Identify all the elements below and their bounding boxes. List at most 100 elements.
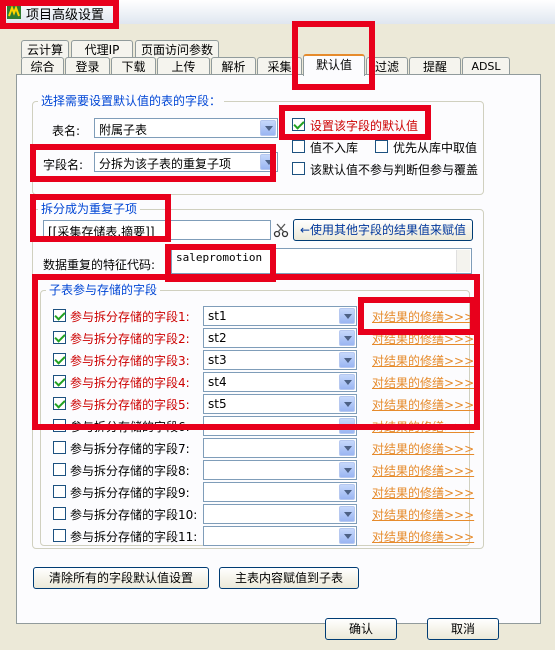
field-checkbox[interactable] (53, 309, 66, 322)
tab-download[interactable]: 下载 (111, 57, 156, 75)
field-select[interactable]: st4 (203, 372, 357, 392)
result-refine-link[interactable]: 对结果的修缮>>> (372, 462, 474, 479)
feature-code-input[interactable]: salepromotion (171, 248, 472, 274)
tab-proxy-ip[interactable]: 代理IP (71, 40, 133, 58)
tab-cloud[interactable]: 云计算 (21, 40, 69, 58)
not-in-db-checkbox[interactable] (292, 140, 305, 153)
field-label: 参与拆分存储的字段4: (70, 376, 190, 390)
no-judge-checkbox[interactable] (292, 162, 305, 175)
set-default-checkbox[interactable] (292, 118, 305, 131)
tab-parse[interactable]: 解析 (211, 57, 256, 75)
tab-adsl[interactable]: ADSL (462, 57, 510, 75)
assign-to-subtable-button[interactable]: 主表内容赋值到子表 (219, 567, 359, 589)
chevron-down-icon (260, 154, 276, 170)
clear-defaults-button[interactable]: 清除所有的字段默认值设置 (33, 567, 209, 589)
field-select[interactable]: st3 (203, 350, 357, 370)
tab-remind[interactable]: 提醒 (409, 57, 461, 75)
field-checkbox[interactable] (53, 463, 66, 476)
field-select-value: st4 (208, 375, 227, 389)
result-refine-link[interactable]: 对结果的修缮>>> (372, 484, 474, 501)
result-refine-link[interactable]: 对结果的修缮>>> (372, 440, 474, 457)
result-refine-link[interactable]: 对结果的修缮>>> (372, 396, 474, 413)
result-refine-link[interactable]: 对结果的修缮>>> (372, 352, 474, 369)
subtable-row: 参与拆分存储的字段9: 对结果的修缮>>> (0, 481, 555, 503)
field-label: 参与拆分存储的字段2: (70, 332, 190, 346)
feature-code-label: 数据重复的特征代码: (43, 258, 156, 272)
chevron-down-icon (339, 440, 355, 456)
field-select[interactable]: st1 (203, 306, 357, 326)
subtable-row: 参与拆分存储的字段8: 对结果的修缮>>> (0, 459, 555, 481)
field-select[interactable] (203, 438, 357, 458)
subtable-row: 参与拆分存储的字段2: st2 对结果的修缮>>> (0, 327, 555, 349)
field-label: 参与拆分存储的字段5: (70, 398, 190, 412)
feature-code-value: salepromotion (176, 251, 263, 264)
chevron-down-icon (339, 418, 355, 434)
chevron-down-icon (339, 528, 355, 544)
field-label: 参与拆分存储的字段11: (70, 530, 198, 544)
scrollbar[interactable] (456, 250, 470, 272)
chevron-down-icon (339, 374, 355, 390)
chevron-down-icon (339, 352, 355, 368)
tab-collect[interactable]: 采集 (257, 57, 302, 75)
tab-login[interactable]: 登录 (65, 57, 110, 75)
chevron-down-icon (339, 308, 355, 324)
tab-filter[interactable]: 过滤 (366, 57, 408, 75)
ok-button[interactable]: 确认 (325, 618, 397, 640)
subtable-row: 参与拆分存储的字段10: 对结果的修缮>>> (0, 503, 555, 525)
field-name-label: 字段名: (43, 158, 84, 172)
prefer-db-label: 优先从库中取值 (393, 141, 478, 155)
field-checkbox[interactable] (53, 507, 66, 520)
split-source-input[interactable]: [[采集存储表.摘要]] (43, 220, 271, 240)
field-checkbox[interactable] (53, 397, 66, 410)
tab-default-value[interactable]: 默认值 (303, 54, 365, 76)
field-select[interactable]: st5 (203, 394, 357, 414)
subtable-row: 参与拆分存储的字段3: st3 对结果的修缮>>> (0, 349, 555, 371)
tab-general[interactable]: 综合 (21, 57, 64, 75)
field-select[interactable] (203, 482, 357, 502)
field-checkbox[interactable] (53, 375, 66, 388)
result-refine-link[interactable]: 对结果的修缮>>> (372, 528, 474, 545)
subtable-row: 参与拆分存储的字段5: st5 对结果的修缮>>> (0, 393, 555, 415)
result-refine-link[interactable]: 对结果的修缮>>> (372, 418, 474, 435)
subtable-row: 参与拆分存储的字段4: st4 对结果的修缮>>> (0, 371, 555, 393)
field-checkbox[interactable] (53, 419, 66, 432)
table-name-select[interactable]: 附属子表 (94, 118, 278, 138)
field-checkbox[interactable] (53, 441, 66, 454)
chevron-down-icon (339, 506, 355, 522)
field-select[interactable]: st2 (203, 328, 357, 348)
field-name-select[interactable]: 分拆为该子表的重复子项 (94, 152, 278, 172)
assign-from-other-button[interactable]: ←使用其他字段的结果值来赋值 (293, 219, 473, 241)
field-label: 参与拆分存储的字段9: (70, 486, 190, 500)
result-refine-link[interactable]: 对结果的修缮>>> (372, 506, 474, 523)
field-select[interactable] (203, 416, 357, 436)
field-label: 参与拆分存储的字段3: (70, 354, 190, 368)
result-refine-link[interactable]: 对结果的修缮>>> (372, 308, 474, 325)
set-default-label: 设置该字段的默认值 (310, 119, 419, 133)
tab-page-params[interactable]: 页面访问参数 (135, 40, 219, 58)
field-checkbox[interactable] (53, 331, 66, 344)
subtable-row: 参与拆分存储的字段6: 对结果的修缮>>> (0, 415, 555, 437)
chevron-down-icon (260, 120, 276, 136)
field-name-value: 分拆为该子表的重复子项 (99, 157, 232, 171)
split-source-value: [[采集存储表.摘要]] (48, 225, 155, 239)
select-field-legend: 选择需要设置默认值的表的字段： (38, 94, 225, 108)
no-judge-label: 该默认值不参与判断但参与覆盖 (310, 163, 479, 177)
table-name-label: 表名: (52, 124, 81, 138)
chevron-down-icon (339, 396, 355, 412)
chevron-down-icon (339, 330, 355, 346)
field-checkbox[interactable] (53, 353, 66, 366)
field-checkbox[interactable] (53, 529, 66, 542)
field-select-value: st3 (208, 353, 227, 367)
field-select[interactable] (203, 504, 357, 524)
field-checkbox[interactable] (53, 485, 66, 498)
result-refine-link[interactable]: 对结果的修缮>>> (372, 374, 474, 391)
cancel-button[interactable]: 取消 (427, 618, 499, 640)
tab-upload[interactable]: 上传 (157, 57, 210, 75)
result-refine-link[interactable]: 对结果的修缮>>> (372, 330, 474, 347)
scissors-icon[interactable] (273, 222, 289, 238)
subtable-legend: 子表参与存储的字段 (46, 283, 161, 297)
chevron-down-icon (339, 462, 355, 478)
field-select[interactable] (203, 460, 357, 480)
field-select[interactable] (203, 526, 357, 546)
prefer-db-checkbox[interactable] (375, 140, 388, 153)
